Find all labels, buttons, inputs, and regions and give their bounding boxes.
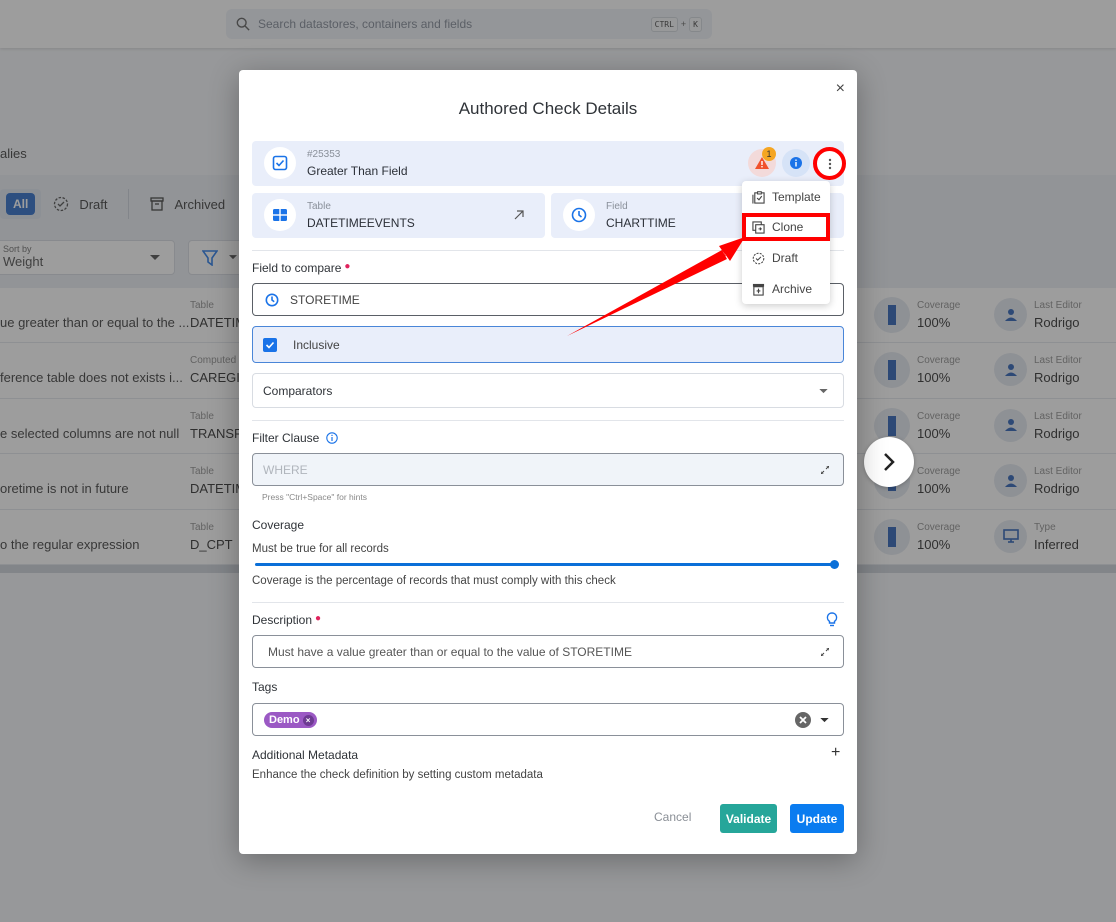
inclusive-checkbox-row[interactable]: Inclusive xyxy=(252,326,844,363)
menu-item-clone[interactable]: Clone xyxy=(742,213,830,241)
check-icon xyxy=(264,147,296,179)
table-icon xyxy=(264,199,296,231)
tag-chip: Demo × xyxy=(264,712,317,728)
additional-metadata-label: Additional Metadata xyxy=(252,748,359,762)
add-metadata-button[interactable]: + xyxy=(831,744,840,762)
check-id: #25353 xyxy=(307,149,341,160)
menu-item-label: Clone xyxy=(772,220,804,234)
info-outline-icon[interactable] xyxy=(325,432,338,444)
info-button[interactable] xyxy=(782,149,810,177)
description-value: Must have a value greater than or equal … xyxy=(268,645,632,659)
close-icon[interactable]: × xyxy=(836,80,845,98)
lightbulb-icon[interactable] xyxy=(826,612,838,627)
filter-clause-input[interactable]: WHERE xyxy=(252,453,844,486)
coverage-caption: Must be true for all records xyxy=(252,543,389,555)
menu-item-archive[interactable]: Archive xyxy=(742,275,830,303)
archive-icon xyxy=(752,283,765,296)
validate-button[interactable]: Validate xyxy=(720,804,777,833)
tags-label: Tags xyxy=(252,680,278,694)
tags-select[interactable]: Demo × xyxy=(252,703,844,736)
update-button[interactable]: Update xyxy=(790,804,844,833)
anomaly-count-badge: 1 xyxy=(762,147,776,161)
dialog-title: Authored Check Details xyxy=(458,99,638,118)
info-icon xyxy=(790,157,802,169)
field-name: CHARTTIME xyxy=(606,216,676,230)
expand-icon[interactable] xyxy=(821,648,829,656)
table-name: DATETIMEEVENTS xyxy=(307,216,415,230)
menu-item-label: Template xyxy=(772,190,821,204)
check-type: Greater Than Field xyxy=(307,164,408,178)
field-to-compare-label: Field to compare ● xyxy=(252,261,351,275)
description-input[interactable]: Must have a value greater than or equal … xyxy=(252,635,844,668)
draft-circle-icon xyxy=(752,252,765,264)
table-label: Table xyxy=(307,201,331,212)
filter-clause-placeholder: WHERE xyxy=(263,463,308,477)
filter-clause-hint: Press "Ctrl+Space" for hints xyxy=(262,492,368,502)
coverage-label: Coverage xyxy=(252,518,305,532)
clock-icon xyxy=(563,199,595,231)
cancel-button[interactable]: Cancel xyxy=(654,810,691,824)
caret-down-icon xyxy=(819,389,828,394)
caret-down-icon xyxy=(820,718,829,723)
tag-label: Demo xyxy=(269,714,300,726)
field-to-compare-value: STORETIME xyxy=(290,293,360,307)
clear-icon[interactable] xyxy=(795,712,811,728)
coverage-slider-track[interactable] xyxy=(255,563,835,566)
coverage-help: Coverage is the percentage of records th… xyxy=(252,575,616,587)
clone-icon xyxy=(752,220,765,234)
divider xyxy=(252,420,844,421)
more-options-menu: Template Clone Draft Archive xyxy=(742,181,830,304)
table-card[interactable]: Table DATETIMEEVENTS xyxy=(252,193,545,238)
next-check-button[interactable] xyxy=(864,437,914,487)
remove-tag-icon[interactable]: × xyxy=(302,714,314,726)
clock-icon xyxy=(265,293,279,307)
comparators-select[interactable]: Comparators xyxy=(252,373,844,408)
open-external-icon[interactable] xyxy=(514,210,524,220)
additional-metadata-help: Enhance the check definition by setting … xyxy=(252,769,543,781)
field-label: Field xyxy=(606,201,628,212)
clipboard-check-icon xyxy=(752,190,765,204)
inclusive-checkbox[interactable] xyxy=(263,338,277,352)
description-label: Description ● xyxy=(252,613,322,627)
expand-icon[interactable] xyxy=(821,466,829,474)
menu-item-template[interactable]: Template xyxy=(742,183,830,211)
inclusive-label: Inclusive xyxy=(293,338,340,352)
menu-item-label: Draft xyxy=(772,251,799,265)
checkmark-icon xyxy=(265,341,275,349)
check-header-card: #25353 Greater Than Field 1 xyxy=(252,141,846,186)
chevron-right-icon xyxy=(884,453,895,471)
coverage-slider-thumb[interactable] xyxy=(830,560,839,569)
comparators-label: Comparators xyxy=(263,384,333,398)
menu-item-label: Archive xyxy=(772,282,813,296)
filter-clause-label: Filter Clause xyxy=(252,431,338,445)
divider xyxy=(252,602,844,603)
more-options-button[interactable] xyxy=(813,147,846,180)
more-vertical-icon xyxy=(828,158,831,169)
menu-item-draft[interactable]: Draft xyxy=(742,244,830,272)
